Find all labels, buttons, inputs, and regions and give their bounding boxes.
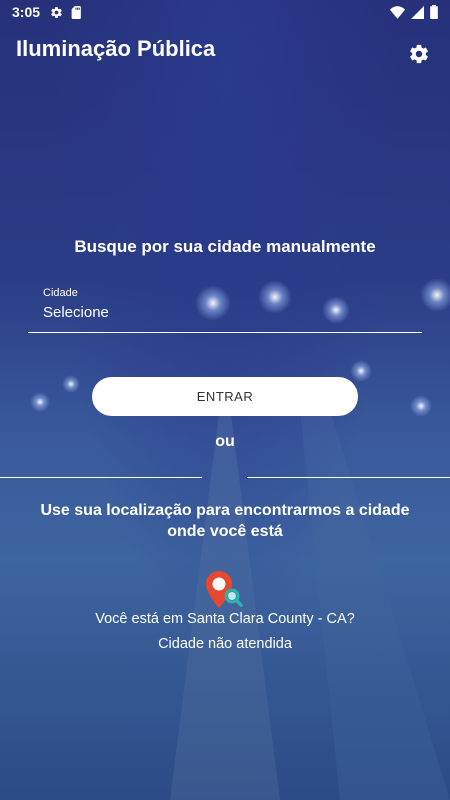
divider-left [0, 477, 202, 478]
app-title: Iluminação Pública [16, 36, 216, 61]
status-bar: 3:05 [0, 0, 450, 24]
battery-icon [430, 5, 438, 19]
street-light [30, 392, 50, 412]
street-light [62, 375, 80, 393]
location-question-link[interactable]: Você está em Santa Clara County - CA? [0, 611, 450, 627]
settings-notification-icon [51, 6, 62, 18]
divider-right [247, 477, 450, 478]
street-light [410, 395, 432, 417]
or-separator-label: ou [215, 433, 235, 450]
manual-search-heading: Busque por sua cidade manualmente [74, 237, 376, 256]
street-light [420, 278, 450, 312]
location-search-pin-icon[interactable] [203, 569, 245, 611]
settings-button[interactable] [405, 40, 433, 68]
city-select-field[interactable]: Cidade Selecione [28, 285, 422, 333]
city-status-text: Cidade não atendida [158, 636, 292, 652]
city-field-value[interactable]: Selecione [43, 304, 109, 321]
cellular-signal-icon [411, 5, 424, 19]
street-light [350, 360, 372, 382]
sd-card-icon [71, 5, 81, 19]
location-pin-graphic [206, 571, 243, 608]
location-heading: Use sua localização para encontrarmos a … [40, 502, 410, 540]
road-decoration-right [300, 410, 450, 800]
gear-icon [410, 44, 428, 64]
wifi-icon [390, 5, 405, 19]
city-field-label: Cidade [43, 287, 78, 299]
status-time: 3:05 [12, 4, 41, 20]
enter-button[interactable]: ENTRAR [92, 377, 358, 416]
